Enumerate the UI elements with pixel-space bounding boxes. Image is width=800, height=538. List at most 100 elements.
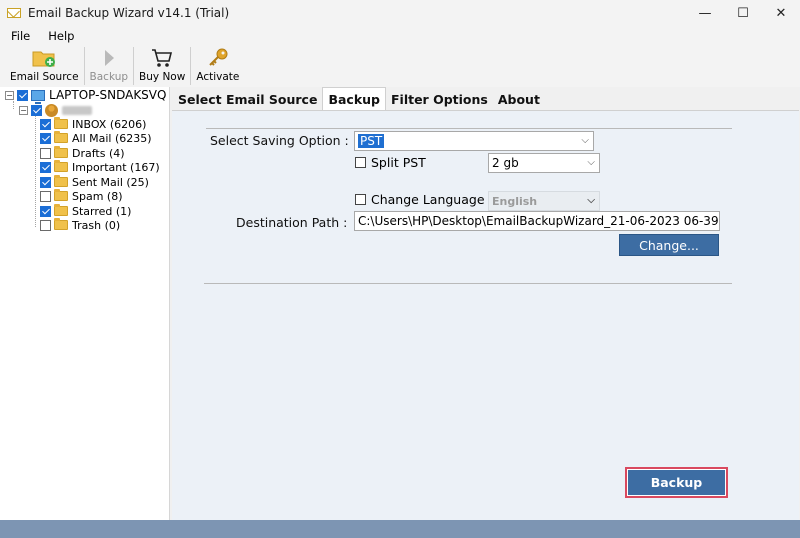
folder-icon bbox=[54, 175, 68, 187]
title-bar: Email Backup Wizard v14.1 (Trial) — ☐ ✕ bbox=[0, 0, 800, 26]
folder-checkbox[interactable] bbox=[40, 219, 51, 231]
divider bbox=[206, 128, 732, 129]
folder-tree: − LAPTOP-SNDAKSVQ − INBOX (6206) All Mai… bbox=[0, 87, 170, 520]
maximize-button[interactable]: ☐ bbox=[724, 0, 762, 26]
backup-toolbar-label: Backup bbox=[89, 71, 129, 83]
divider bbox=[204, 283, 732, 284]
minimize-button[interactable]: — bbox=[686, 0, 724, 26]
tab-about[interactable]: About bbox=[493, 89, 545, 110]
folder-label: Important (167) bbox=[72, 160, 160, 174]
buy-now-button[interactable]: Buy Now bbox=[135, 45, 189, 87]
tab-select-email-source[interactable]: Select Email Source bbox=[173, 89, 322, 110]
folder-checkbox[interactable] bbox=[40, 161, 51, 173]
folder-label: Trash (0) bbox=[72, 218, 121, 232]
folder-icon bbox=[54, 131, 68, 143]
destination-path-value: C:\Users\HP\Desktop\EmailBackupWizard_21… bbox=[358, 214, 720, 228]
folder-label: Spam (8) bbox=[72, 189, 123, 203]
split-size-select[interactable]: 2 gb ⌵ bbox=[488, 153, 600, 173]
tab-strip: Select Email Source Backup Filter Option… bbox=[171, 87, 545, 110]
toolbar-separator bbox=[83, 47, 85, 85]
folder-checkbox[interactable] bbox=[40, 190, 51, 202]
cart-icon bbox=[152, 49, 173, 67]
destination-path-input[interactable]: C:\Users\HP\Desktop\EmailBackupWizard_21… bbox=[354, 211, 720, 231]
folder-checkbox[interactable] bbox=[40, 176, 51, 188]
account-checkbox[interactable] bbox=[31, 104, 42, 116]
split-pst-label: Split PST bbox=[371, 155, 426, 170]
folder-checkbox[interactable] bbox=[40, 147, 51, 159]
activate-button[interactable]: Activate bbox=[192, 45, 243, 87]
account-icon bbox=[45, 103, 58, 117]
tree-folder-item[interactable]: Trash (0) bbox=[40, 218, 120, 232]
tree-folder-item[interactable]: Drafts (4) bbox=[40, 146, 125, 160]
trash-folder-icon bbox=[54, 218, 68, 230]
folder-checkbox[interactable] bbox=[40, 118, 51, 130]
folder-label: Drafts (4) bbox=[72, 146, 125, 160]
chevron-down-icon: ⌵ bbox=[587, 157, 595, 168]
collapse-toggle[interactable]: − bbox=[19, 105, 28, 115]
split-size-value: 2 gb bbox=[492, 156, 519, 170]
tree-folder-item[interactable]: Starred (1) bbox=[40, 204, 131, 218]
computer-icon bbox=[31, 89, 45, 104]
tab-filter-options[interactable]: Filter Options bbox=[386, 89, 493, 110]
tab-backup[interactable]: Backup bbox=[322, 87, 386, 110]
tree-folder-item[interactable]: All Mail (6235) bbox=[40, 131, 152, 145]
menu-file[interactable]: File bbox=[4, 29, 37, 43]
saving-option-label: Select Saving Option : bbox=[210, 133, 349, 148]
backup-tab-content: Select Saving Option : PST ⌵ Split PST 2… bbox=[172, 110, 799, 520]
tree-account-node[interactable]: − bbox=[19, 103, 92, 117]
language-value: English bbox=[492, 194, 538, 208]
toolbar-separator bbox=[133, 47, 135, 85]
folder-checkbox[interactable] bbox=[40, 132, 51, 144]
backup-button[interactable]: Backup bbox=[625, 467, 728, 498]
split-pst-checkbox[interactable]: Split PST bbox=[355, 155, 426, 170]
status-bar bbox=[0, 520, 800, 538]
change-path-button[interactable]: Change... bbox=[619, 234, 719, 256]
play-icon bbox=[104, 50, 114, 66]
folder-label: Starred (1) bbox=[72, 204, 132, 218]
folder-label: INBOX (6206) bbox=[72, 117, 147, 131]
account-name-redacted bbox=[62, 105, 92, 115]
chevron-down-icon: ⌵ bbox=[587, 195, 595, 206]
computer-checkbox[interactable] bbox=[17, 89, 28, 101]
main-panel: Select Email Source Backup Filter Option… bbox=[171, 87, 800, 520]
window-controls: — ☐ ✕ bbox=[686, 0, 800, 26]
saving-option-value: PST bbox=[358, 134, 385, 148]
close-button[interactable]: ✕ bbox=[762, 0, 800, 26]
tree-folder-item[interactable]: Important (167) bbox=[40, 160, 160, 174]
tree-folder-item[interactable]: Spam (8) bbox=[40, 189, 123, 203]
language-select: English ⌵ bbox=[488, 191, 600, 211]
key-icon bbox=[209, 48, 228, 66]
backup-toolbar-button[interactable]: Backup bbox=[86, 45, 133, 87]
toolbar: Email Source Backup Buy Now Activate bbox=[0, 45, 800, 87]
saving-option-select[interactable]: PST ⌵ bbox=[354, 131, 594, 151]
change-language-label: Change Language bbox=[371, 192, 485, 207]
folder-icon bbox=[54, 117, 68, 129]
folder-checkbox[interactable] bbox=[40, 205, 51, 217]
app-envelope-icon bbox=[6, 5, 22, 21]
folder-icon bbox=[54, 204, 68, 216]
tree-folder-item[interactable]: Sent Mail (25) bbox=[40, 175, 149, 189]
email-source-button[interactable]: Email Source bbox=[6, 45, 83, 87]
drafts-folder-icon bbox=[54, 146, 68, 158]
folder-label: Sent Mail (25) bbox=[72, 175, 149, 189]
collapse-toggle[interactable]: − bbox=[5, 90, 14, 100]
tree-computer-node[interactable]: − LAPTOP-SNDAKSVQ bbox=[5, 88, 167, 104]
destination-path-label: Destination Path : bbox=[236, 215, 348, 230]
menu-bar: File Help bbox=[0, 26, 800, 45]
menu-help[interactable]: Help bbox=[41, 29, 81, 43]
change-language-checkbox[interactable]: Change Language bbox=[355, 192, 485, 207]
tree-folder-item[interactable]: INBOX (6206) bbox=[40, 117, 146, 131]
checkbox-box[interactable] bbox=[355, 194, 366, 205]
email-source-label: Email Source bbox=[10, 71, 79, 83]
toolbar-separator bbox=[190, 47, 192, 85]
folder-label: All Mail (6235) bbox=[72, 131, 152, 145]
add-folder-icon bbox=[32, 51, 56, 67]
chevron-down-icon: ⌵ bbox=[581, 135, 589, 146]
folder-icon bbox=[54, 189, 68, 201]
activate-label: Activate bbox=[196, 71, 240, 83]
folder-icon bbox=[54, 160, 68, 172]
checkbox-box[interactable] bbox=[355, 157, 366, 168]
computer-label: LAPTOP-SNDAKSVQ bbox=[49, 88, 167, 102]
buy-now-label: Buy Now bbox=[139, 71, 186, 83]
window-title: Email Backup Wizard v14.1 (Trial) bbox=[28, 6, 230, 20]
